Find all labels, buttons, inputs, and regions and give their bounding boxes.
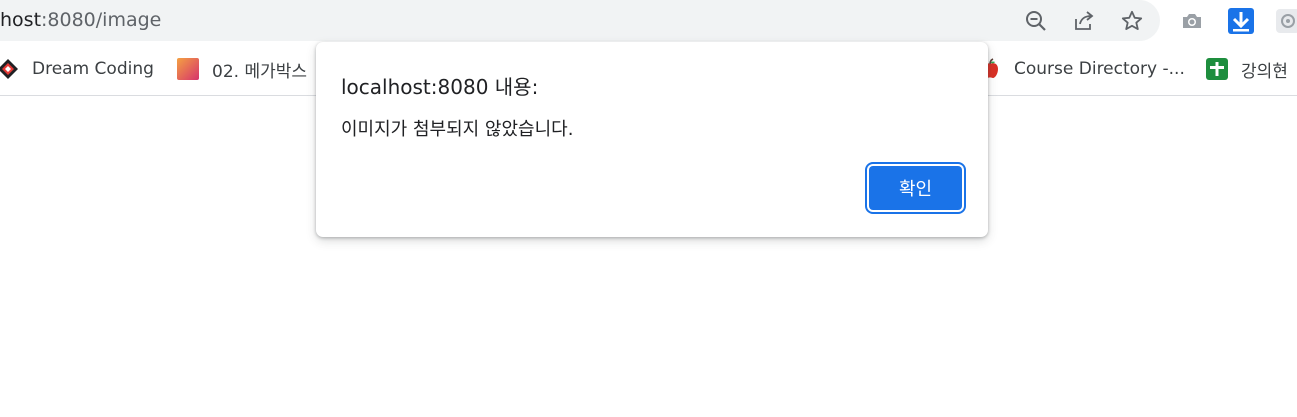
- dialog-message: 이미지가 첨부되지 않았습니다.: [341, 119, 574, 140]
- ok-button[interactable]: 확인: [869, 166, 962, 210]
- zoom-out-icon[interactable]: [1023, 8, 1049, 34]
- gradient-square-icon: [176, 57, 200, 81]
- bookmark-label: 02. 메가박스: [212, 61, 307, 82]
- dream-coding-icon: [0, 57, 20, 81]
- alert-dialog: localhost:8080 내용: 이미지가 첨부되지 않았습니다. 확인: [316, 42, 988, 237]
- url-text[interactable]: host:8080/image: [0, 9, 161, 31]
- camera-icon[interactable]: [1179, 8, 1205, 34]
- bookmark-dream-coding[interactable]: Dream Coding: [0, 56, 154, 82]
- bookmark-megabox[interactable]: 02. 메가박스: [176, 56, 307, 82]
- download-icon[interactable]: [1228, 8, 1254, 34]
- share-icon[interactable]: [1071, 8, 1097, 34]
- bookmark-label: Course Directory -...: [1014, 59, 1185, 79]
- star-icon[interactable]: [1119, 8, 1145, 34]
- url-path: :8080/image: [41, 9, 162, 31]
- url-host: host: [0, 9, 42, 31]
- bookmark-label: 강의현: [1241, 61, 1288, 82]
- green-sheet-icon: [1205, 57, 1229, 81]
- dialog-title: localhost:8080 내용:: [341, 75, 539, 99]
- bookmark-course-directory[interactable]: Course Directory -...: [978, 56, 1185, 82]
- browser-toolbar: host:8080/image: [0, 0, 1297, 42]
- extension-icon[interactable]: [1275, 8, 1297, 34]
- bookmark-lecture-status[interactable]: 강의현: [1205, 56, 1288, 82]
- address-bar[interactable]: host:8080/image: [0, 0, 1160, 41]
- bookmark-label: Dream Coding: [32, 59, 154, 79]
